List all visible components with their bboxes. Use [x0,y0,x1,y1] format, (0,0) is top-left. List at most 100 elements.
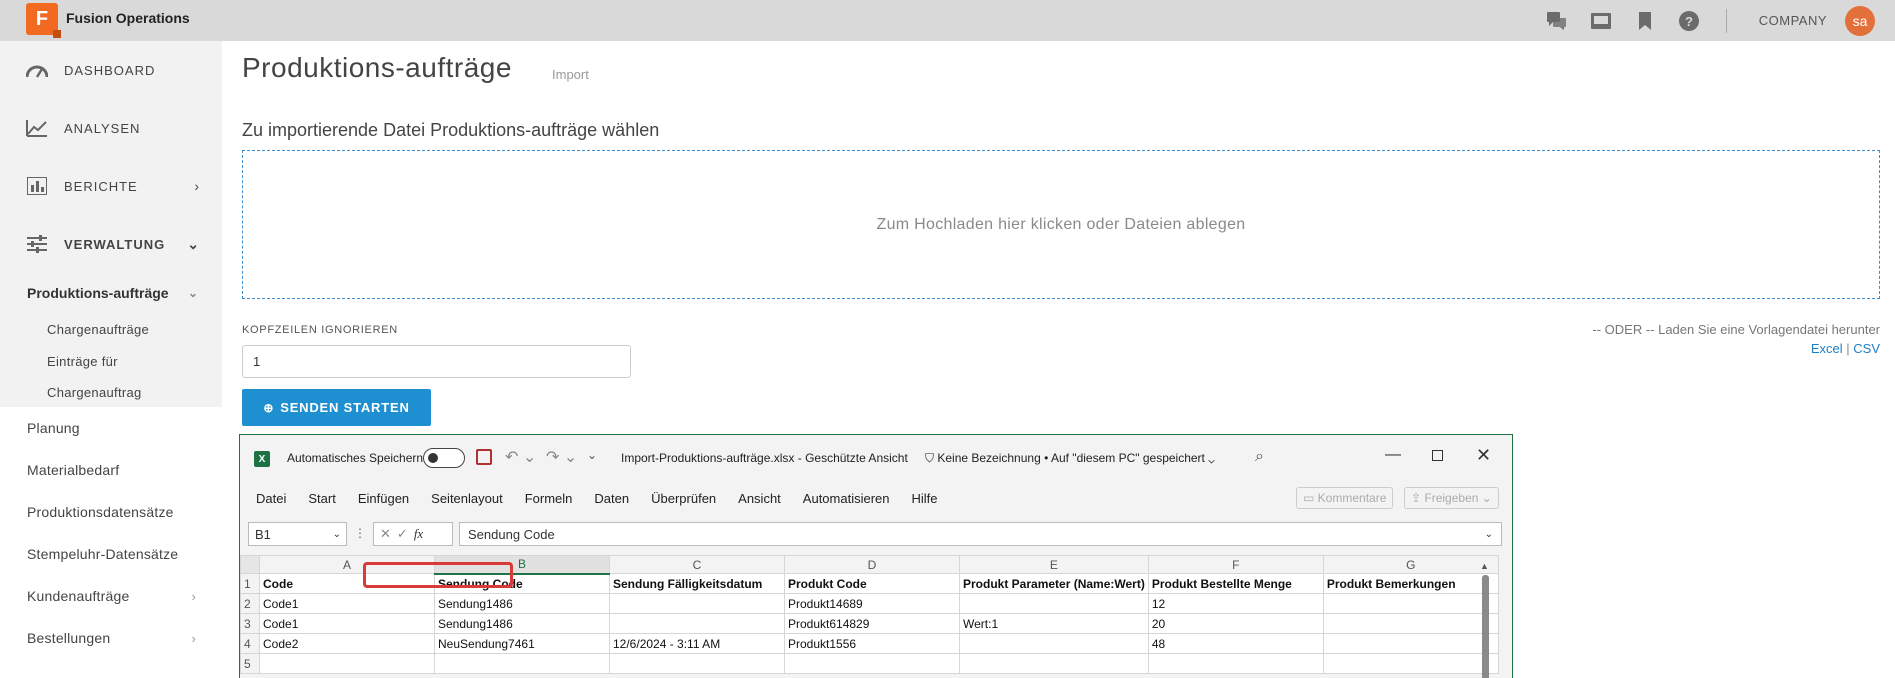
cell[interactable] [609,653,785,674]
tab-einfuegen[interactable]: Einfügen [358,491,409,506]
row-header[interactable]: 2 [240,593,260,614]
cell[interactable]: Produkt Bemerkungen [1322,573,1499,594]
sidebar-item-planung[interactable]: Planung [0,407,222,449]
file-dropzone[interactable]: Zum Hochladen hier klicken oder Dateien … [242,150,1880,299]
undo-icon[interactable]: ↶ ⌄ [505,447,536,467]
tab-start[interactable]: Start [308,491,335,506]
row-header[interactable]: 1 [240,573,260,594]
sensitivity-label[interactable]: ⛉ Keine Bezeichnung • Auf "diesem PC" ge… [925,451,1215,466]
scrollbar-thumb[interactable] [1482,575,1489,678]
excel-template-link[interactable]: Excel [1811,341,1843,356]
minimize-icon[interactable]: — [1385,446,1401,464]
cell[interactable] [959,633,1149,654]
cell[interactable]: Sendung1486 [434,593,610,614]
confirm-entry-icon[interactable]: ✓ [397,526,414,542]
close-icon[interactable]: ✕ [1476,445,1491,466]
header-rows-input[interactable] [242,345,631,378]
cell[interactable]: Sendung Fälligkeitsdatum [609,573,785,594]
tab-seitenlayout[interactable]: Seitenlayout [431,491,503,506]
tab-ueberpruefen[interactable]: Überprüfen [651,491,716,506]
cancel-entry-icon[interactable]: ✕ [380,526,397,542]
column-header[interactable]: B [434,555,610,575]
cell[interactable]: NeuSendung7461 [434,633,610,654]
sidebar-item-verwaltung[interactable]: VERWALTUNG ⌄ [0,215,222,273]
tab-hilfe[interactable]: Hilfe [912,491,938,506]
formula-input[interactable]: Sendung Code ⌄ [459,522,1502,546]
autosave-toggle[interactable] [423,448,465,468]
cell[interactable]: Produkt14689 [784,593,960,614]
column-header[interactable]: F [1147,555,1324,574]
company-name[interactable]: COMPANY [1759,13,1827,28]
avatar[interactable]: sa [1845,5,1875,36]
tab-formeln[interactable]: Formeln [525,491,573,506]
cell[interactable]: Produkt Parameter (Name:Wert) [959,573,1149,594]
select-all-corner[interactable] [240,555,260,574]
cell[interactable] [1322,593,1499,614]
cell[interactable]: 12/6/2024 - 3:11 AM [609,633,785,654]
sidebar-item-dashboard[interactable]: DASHBOARD [0,41,222,99]
cell[interactable]: 12 [1147,593,1324,614]
cell[interactable] [434,653,610,674]
tab-daten[interactable]: Daten [594,491,629,506]
redo-icon[interactable]: ↷ ⌄ [546,447,577,467]
name-box[interactable]: B1 ⌄ [248,522,347,546]
cell[interactable]: Sendung1486 [434,613,610,634]
row-header[interactable]: 5 [240,653,260,674]
monitor-icon[interactable] [1590,10,1612,32]
sidebar-item-materialbedarf[interactable]: Materialbedarf [0,449,222,491]
sidebar-item-kundenauftraege[interactable]: Kundenaufträge › [0,575,222,617]
sidebar-subitem-eintraege[interactable]: Einträge für [0,345,222,377]
scroll-up-icon[interactable]: ▲ [1480,561,1489,571]
tab-ansicht[interactable]: Ansicht [738,491,781,506]
cell[interactable]: Produkt614829 [784,613,960,634]
share-button[interactable]: ⇪ Freigeben ⌄ [1404,487,1499,509]
row-header[interactable]: 4 [240,633,260,654]
quick-access-more-icon[interactable]: ⌄ [587,448,597,462]
cell[interactable]: Code2 [259,633,435,654]
cell[interactable]: Code [259,573,435,594]
column-header[interactable]: G [1322,555,1499,574]
help-icon[interactable]: ? [1678,10,1700,32]
save-icon[interactable] [476,449,492,465]
sidebar-item-berichte[interactable]: BERICHTE › [0,157,222,215]
cell[interactable] [609,593,785,614]
sidebar-item-analysen[interactable]: ANALYSEN [0,99,222,157]
cell[interactable] [1322,653,1499,674]
start-upload-button[interactable]: ⊕ SENDEN STARTEN [242,389,431,426]
app-logo[interactable]: F [26,3,61,38]
vertical-scrollbar[interactable]: ▲ [1478,561,1492,678]
cell[interactable] [1322,613,1499,634]
search-icon[interactable]: ⌕ [1255,448,1264,466]
comments-button[interactable]: ▭ Kommentare [1296,487,1394,509]
maximize-icon[interactable] [1432,450,1443,461]
cell[interactable]: Produkt Code [784,573,960,594]
fx-icon[interactable]: fx [414,526,423,542]
sidebar-item-produktionsdatensaetze[interactable]: Produktionsdatensätze [0,491,222,533]
column-header[interactable]: D [784,555,960,574]
cell[interactable] [959,593,1149,614]
column-header[interactable]: A [259,555,435,574]
cell[interactable]: 20 [1147,613,1324,634]
chat-icon[interactable] [1546,10,1568,32]
cell[interactable]: Code1 [259,613,435,634]
tab-automatisieren[interactable]: Automatisieren [803,491,890,506]
sidebar-item-bestellungen[interactable]: Bestellungen › [0,617,222,659]
csv-template-link[interactable]: CSV [1853,341,1880,356]
cell[interactable] [784,653,960,674]
cell[interactable]: Wert:1 [959,613,1149,634]
sidebar-group-produktionsauftraege[interactable]: Produktions-aufträge ⌄ [0,273,222,313]
cell-selected[interactable]: Sendung Code [434,573,610,594]
sidebar-item-stempeluhr[interactable]: Stempeluhr-Datensätze [0,533,222,575]
bookmark-icon[interactable] [1634,10,1656,32]
cell[interactable]: 48 [1147,633,1324,654]
tab-datei[interactable]: Datei [256,491,286,506]
cell[interactable] [959,653,1149,674]
cell[interactable]: Code1 [259,593,435,614]
sidebar-subitem-chargenauftraege[interactable]: Chargenaufträge [0,313,222,345]
formula-bar-options-icon[interactable]: ⋮ [354,526,366,540]
cell[interactable] [1322,633,1499,654]
sidebar-subitem-chargenauftrag[interactable]: Chargenauftrag [0,377,222,407]
cell[interactable] [609,613,785,634]
column-header[interactable]: C [609,555,785,574]
cell[interactable]: Produkt Bestellte Menge [1147,573,1324,594]
